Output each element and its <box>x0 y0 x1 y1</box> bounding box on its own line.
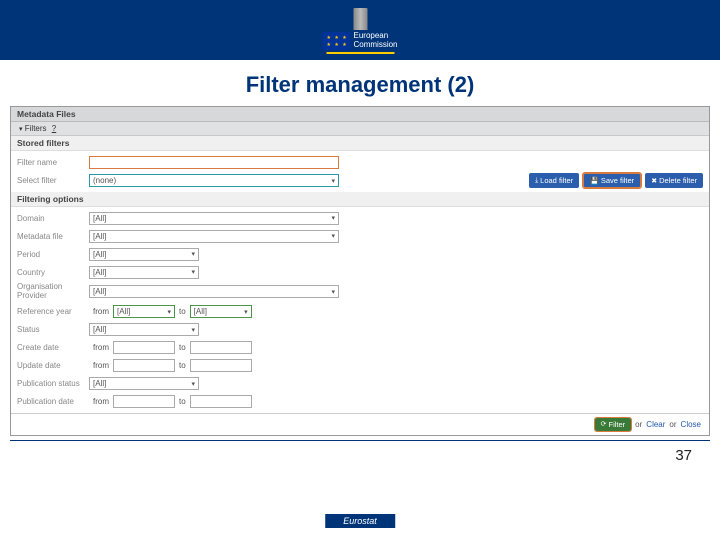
to-text-2: to <box>179 343 186 352</box>
ec-logo: EuropeanCommission <box>322 8 397 54</box>
to-text-4: to <box>179 397 186 406</box>
pub-status-label: Publication status <box>17 379 89 388</box>
delete-icon: ✖ <box>651 177 657 185</box>
stored-filters-header: Stored filters <box>11 136 709 151</box>
create-date-label: Create date <box>17 343 89 352</box>
footer-tag: Eurostat <box>325 514 395 528</box>
to-text: to <box>179 307 186 316</box>
ref-year-from-dropdown[interactable]: [All] <box>113 305 175 318</box>
page-number: 37 <box>10 440 710 464</box>
update-date-label: Update date <box>17 361 89 370</box>
metadata-file-dropdown[interactable]: [All] <box>89 230 339 243</box>
to-text-3: to <box>179 361 186 370</box>
pub-date-from-input[interactable] <box>113 395 175 408</box>
bottom-action-bar: ⟳Filter or Clear or Close <box>11 413 709 435</box>
clear-link[interactable]: Clear <box>646 420 665 429</box>
period-dropdown[interactable]: [All] <box>89 248 199 261</box>
pub-date-label: Publication date <box>17 397 89 406</box>
from-text: from <box>93 307 109 316</box>
ec-building-icon <box>353 8 367 30</box>
from-text-3: from <box>93 361 109 370</box>
status-dropdown[interactable]: [All] <box>89 323 199 336</box>
update-date-to-input[interactable] <box>190 359 252 372</box>
select-filter-label: Select filter <box>17 176 89 185</box>
country-label: Country <box>17 268 89 277</box>
save-icon: 💾 <box>590 177 599 185</box>
load-icon: ⤓ <box>535 177 538 185</box>
create-date-to-input[interactable] <box>190 341 252 354</box>
panel-title: Metadata Files <box>11 107 709 122</box>
org-provider-label: Organisation Provider <box>17 283 89 301</box>
filter-icon: ⟳ <box>601 420 607 428</box>
create-date-from-input[interactable] <box>113 341 175 354</box>
pub-status-dropdown[interactable]: [All] <box>89 377 199 390</box>
from-text-2: from <box>93 343 109 352</box>
update-date-from-input[interactable] <box>113 359 175 372</box>
metadata-file-label: Metadata file <box>17 232 89 241</box>
ec-underline <box>326 52 394 54</box>
pub-date-to-input[interactable] <box>190 395 252 408</box>
domain-label: Domain <box>17 214 89 223</box>
ref-year-label: Reference year <box>17 307 89 316</box>
select-filter-dropdown[interactable]: (none) <box>89 174 339 187</box>
ec-org-text: EuropeanCommission <box>353 32 397 50</box>
filter-button[interactable]: ⟳Filter <box>595 418 632 431</box>
filters-label: Filters <box>25 124 47 133</box>
delete-filter-button[interactable]: ✖Delete filter <box>645 173 703 188</box>
filtering-options-header: Filtering options <box>11 192 709 207</box>
country-dropdown[interactable]: [All] <box>89 266 199 279</box>
load-filter-button[interactable]: ⤓Load filter <box>529 173 579 188</box>
filter-name-label: Filter name <box>17 158 89 167</box>
filters-toggle-bar[interactable]: ▾ Filters ? <box>11 122 709 136</box>
slide-title: Filter management (2) <box>0 72 720 98</box>
collapse-icon: ▾ <box>19 126 23 133</box>
eu-flag-icon <box>322 32 350 50</box>
or-text: or <box>635 420 642 429</box>
org-provider-dropdown[interactable]: [All] <box>89 285 339 298</box>
ref-year-to-dropdown[interactable]: [All] <box>190 305 252 318</box>
domain-dropdown[interactable]: [All] <box>89 212 339 225</box>
app-screenshot: Metadata Files ▾ Filters ? Stored filter… <box>10 106 710 436</box>
save-filter-button[interactable]: 💾Save filter <box>583 173 641 188</box>
slide-header-bar: EuropeanCommission <box>0 0 720 60</box>
period-label: Period <box>17 250 89 259</box>
filter-name-input[interactable] <box>89 156 339 169</box>
close-link[interactable]: Close <box>681 420 701 429</box>
help-icon[interactable]: ? <box>52 124 56 133</box>
or-text-2: or <box>669 420 676 429</box>
status-label: Status <box>17 325 89 334</box>
from-text-4: from <box>93 397 109 406</box>
